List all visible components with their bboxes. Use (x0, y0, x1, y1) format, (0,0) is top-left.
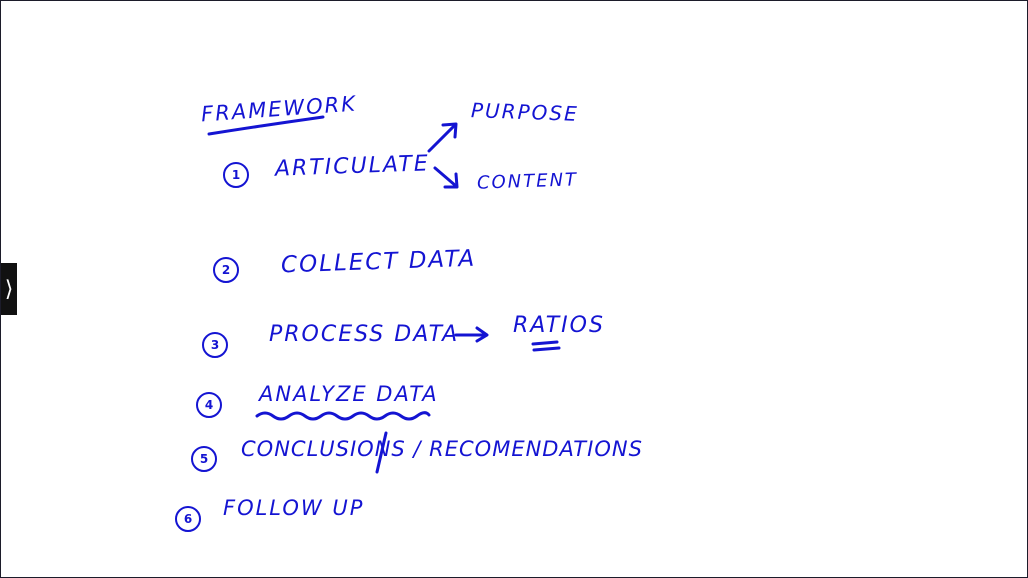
branch-content: CONTENT (476, 169, 579, 194)
step-4-number: 4 (196, 392, 222, 418)
arrow-to-purpose-head (441, 122, 458, 139)
framework-title: FRAMEWORK (200, 91, 358, 127)
analyze-wavy-underline (255, 411, 431, 421)
ratios-underline-2 (532, 346, 561, 352)
step-4-text: ANALYZE DATA (259, 382, 439, 406)
ratios-underline-1 (531, 340, 559, 346)
expand-panel-tab[interactable]: ⟩ (1, 263, 17, 315)
arrow-to-ratios-head (475, 326, 489, 343)
step-2-text: COLLECT DATA (280, 245, 477, 279)
step-6-text: FOLLOW UP (223, 496, 365, 520)
arrow-to-purpose (427, 123, 457, 153)
step-1-text: ARTICULATE (274, 151, 431, 182)
step-5-text: CONCLUSIONS / RECOMENDATIONS (241, 437, 643, 461)
step-2-number: 2 (213, 257, 239, 283)
whiteboard-canvas: FRAMEWORK 1 ARTICULATE PURPOSE CONTENT 2… (1, 1, 1027, 577)
chevron-right-icon: ⟩ (4, 276, 14, 302)
ink-strokes (207, 115, 561, 474)
step-5-number: 5 (191, 446, 217, 472)
step-1-number: 1 (223, 162, 249, 188)
whiteboard-frame: FRAMEWORK 1 ARTICULATE PURPOSE CONTENT 2… (0, 0, 1028, 578)
ratios-text: RATIOS (513, 313, 605, 338)
arrow-to-content (433, 166, 458, 188)
step-3-text: PROCESS DATA (269, 322, 460, 347)
arrow-to-content-head (443, 172, 459, 189)
step-6-number: 6 (175, 506, 201, 532)
branch-purpose: PURPOSE (470, 98, 580, 126)
step-3-number: 3 (202, 332, 228, 358)
